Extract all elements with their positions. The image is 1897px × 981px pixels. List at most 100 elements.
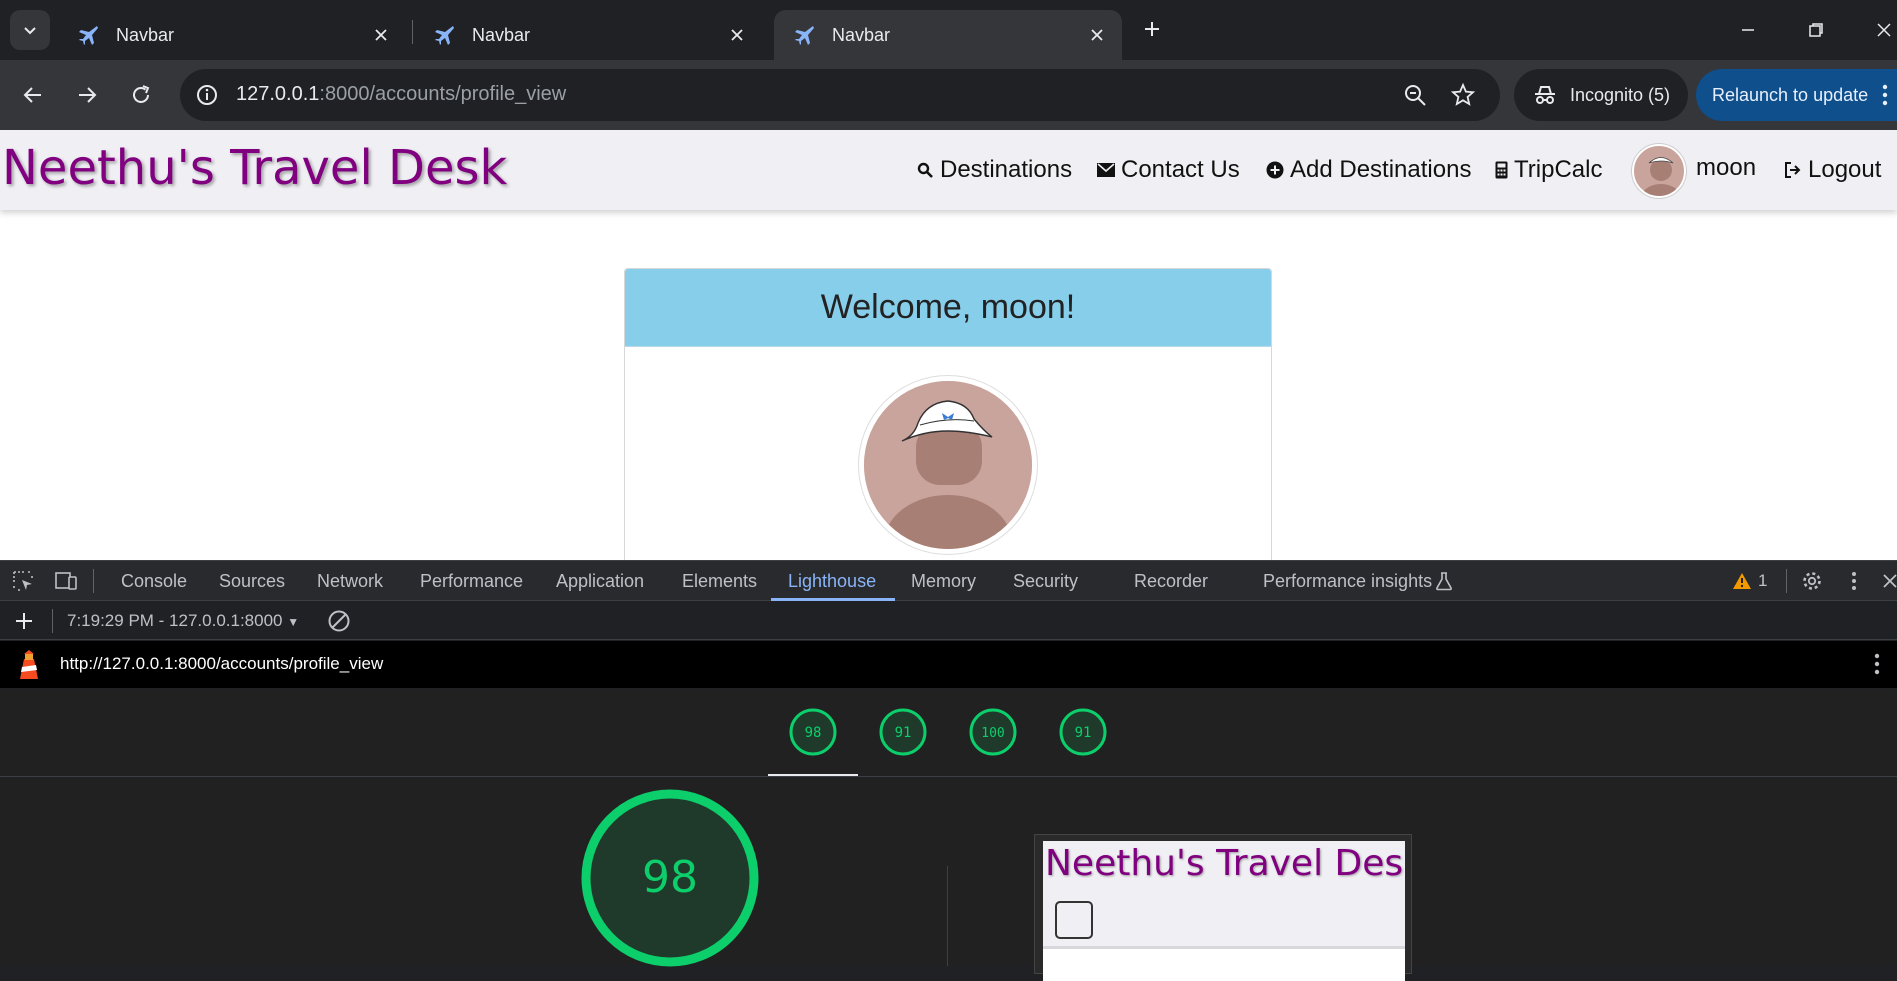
main-score-gauge: 98	[580, 788, 760, 968]
score-gauge-seo[interactable]: 91	[1059, 708, 1107, 756]
score-gauge-performance[interactable]: 98	[789, 708, 837, 756]
nav-add-destinations-link[interactable]: Add Destinations	[1266, 156, 1471, 184]
address-url[interactable]: 127.0.0.1:8000/accounts/profile_view	[236, 83, 566, 106]
devtools-tab-performance[interactable]: Performance	[420, 571, 523, 592]
devtools-tab-recorder[interactable]: Recorder	[1134, 571, 1208, 592]
report-divider	[947, 866, 948, 966]
bookmark-star-icon[interactable]	[1450, 82, 1476, 108]
close-tab-icon[interactable]	[724, 22, 750, 48]
tab-title: Navbar	[832, 24, 891, 45]
score-gauge-best-practices[interactable]: 100	[969, 708, 1017, 756]
nav-destinations-link[interactable]: Destinations	[916, 156, 1072, 184]
score-value: 91	[895, 725, 912, 741]
devtools-tab-application[interactable]: Application	[556, 571, 644, 592]
site-info-icon[interactable]	[194, 82, 220, 108]
score-gauge-accessibility[interactable]: 91	[879, 708, 927, 756]
settings-gear-icon[interactable]	[1800, 569, 1824, 593]
dropdown-triangle-icon: ▼	[287, 615, 300, 629]
reload-button[interactable]	[122, 76, 160, 114]
close-devtools-icon[interactable]	[1878, 569, 1897, 593]
welcome-heading: Welcome, moon!	[820, 288, 1076, 326]
browser-tab-3-active[interactable]: Navbar	[774, 10, 1122, 60]
user-avatar[interactable]	[1632, 144, 1686, 198]
minimize-button[interactable]	[1728, 10, 1768, 50]
close-window-button[interactable]	[1864, 10, 1897, 50]
score-value: 98	[805, 725, 822, 741]
tab-search-button[interactable]	[10, 10, 50, 50]
thumbnail-content	[1043, 949, 1405, 981]
lighthouse-report-body: 98 Neethu's Travel Desk	[0, 778, 1897, 981]
profile-card: Welcome, moon!	[624, 268, 1272, 560]
devtools-tab-console[interactable]: Console	[121, 571, 187, 592]
score-value: 100	[981, 726, 1004, 741]
experiment-flask-icon	[1432, 569, 1456, 593]
lighthouse-score-gauges: 98 91 100 91	[0, 689, 1897, 777]
profile-card-header: Welcome, moon!	[625, 269, 1271, 347]
devtools-tab-security[interactable]: Security	[1013, 571, 1078, 592]
devtools-panel: Console Sources Network Performance Appl…	[0, 560, 1897, 981]
minimize-icon	[1742, 29, 1754, 31]
warnings-counter[interactable]: 1	[1732, 571, 1767, 591]
web-page-viewport: Neethu's Travel Desk Destinations Contac…	[0, 130, 1897, 560]
search-icon	[916, 161, 934, 179]
close-tab-icon[interactable]	[368, 22, 394, 48]
nav-username-label: moon	[1696, 154, 1757, 181]
forward-button[interactable]	[68, 76, 106, 114]
incognito-indicator[interactable]: Incognito (5)	[1514, 69, 1688, 121]
close-tab-icon[interactable]	[1084, 22, 1110, 48]
nav-destinations-label: Destinations	[940, 156, 1073, 183]
thumbnail-page: Neethu's Travel Desk	[1043, 841, 1405, 981]
airplane-icon	[74, 21, 102, 49]
arrow-right-icon	[79, 87, 97, 103]
relaunch-to-update-button[interactable]: Relaunch to update	[1696, 69, 1897, 121]
url-path: :8000/accounts/profile_view	[319, 83, 567, 105]
hamburger-icon	[1055, 901, 1093, 939]
clear-reports-icon[interactable]	[326, 608, 352, 634]
chevron-down-icon	[24, 27, 36, 35]
devtools-tab-elements[interactable]: Elements	[682, 571, 757, 592]
zoom-icon[interactable]	[1402, 82, 1428, 108]
browser-toolbar: 127.0.0.1:8000/accounts/profile_view Inc…	[0, 60, 1897, 130]
logout-icon	[1784, 161, 1802, 179]
report-selector-label: 7:19:29 PM - 127.0.0.1:8000	[67, 611, 283, 630]
report-selector[interactable]: 7:19:29 PM - 127.0.0.1:8000 ▼	[67, 611, 299, 631]
site-brand[interactable]: Neethu's Travel Desk	[2, 140, 507, 196]
incognito-icon	[1535, 86, 1555, 104]
menu-dots-icon[interactable]	[1882, 82, 1888, 108]
browser-tab-strip: Navbar Navbar Navbar	[0, 0, 1897, 60]
lighthouse-toolbar: 7:19:29 PM - 127.0.0.1:8000 ▼	[0, 602, 1897, 640]
nav-username-link[interactable]: moon	[1696, 154, 1756, 182]
tab-title: Navbar	[472, 24, 531, 45]
new-tab-button[interactable]	[1135, 12, 1169, 46]
new-report-plus-icon[interactable]	[12, 609, 36, 633]
nav-logout-link[interactable]: Logout	[1784, 156, 1881, 184]
browser-tab-2[interactable]: Navbar	[414, 10, 762, 60]
devtools-tab-performance-insights[interactable]: Performance insights	[1263, 571, 1432, 592]
devtools-divider	[93, 569, 94, 593]
report-menu-icon[interactable]	[1874, 651, 1880, 677]
devtools-menu-icon[interactable]	[1842, 569, 1866, 593]
nav-contact-link[interactable]: Contact Us	[1097, 156, 1240, 184]
devtools-tab-network[interactable]: Network	[317, 571, 383, 592]
devtools-tab-lighthouse[interactable]: Lighthouse	[788, 571, 876, 592]
score-value: 91	[1075, 725, 1092, 741]
address-bar[interactable]: 127.0.0.1:8000/accounts/profile_view	[180, 69, 1500, 121]
devtools-tab-sources[interactable]: Sources	[219, 571, 285, 592]
warning-icon	[1733, 573, 1751, 589]
envelope-icon	[1097, 161, 1115, 179]
page-screenshot-thumbnail: Neethu's Travel Desk	[1034, 834, 1412, 981]
calculator-icon	[1494, 161, 1508, 179]
devtools-divider	[1786, 569, 1787, 593]
browser-tab-1[interactable]: Navbar	[58, 10, 406, 60]
inspect-element-icon[interactable]	[11, 569, 35, 593]
site-navbar: Neethu's Travel Desk Destinations Contac…	[0, 130, 1897, 210]
plus-icon	[1145, 22, 1159, 36]
devtools-tab-memory[interactable]: Memory	[911, 571, 976, 592]
device-toolbar-icon[interactable]	[54, 569, 78, 593]
report-url[interactable]: http://127.0.0.1:8000/accounts/profile_v…	[60, 654, 383, 674]
arrow-left-icon	[23, 87, 41, 103]
back-button[interactable]	[14, 76, 52, 114]
restore-button[interactable]	[1796, 10, 1836, 50]
main-score-value: 98	[642, 852, 698, 903]
nav-tripcalc-link[interactable]: TripCalc	[1494, 156, 1602, 184]
